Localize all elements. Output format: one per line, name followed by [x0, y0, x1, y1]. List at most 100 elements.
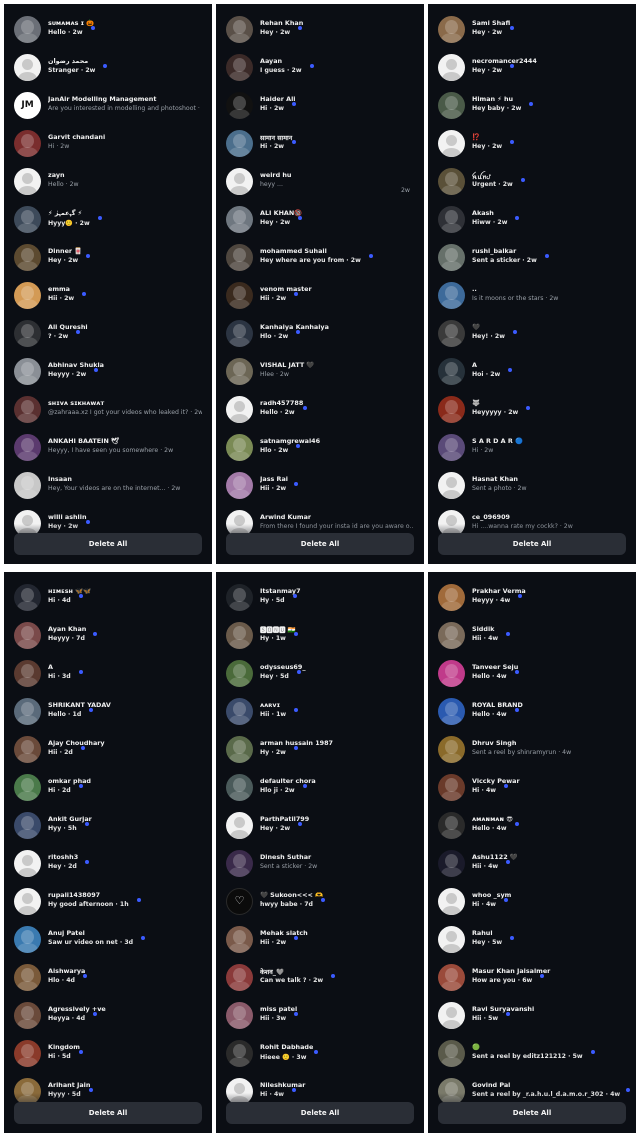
message-row[interactable]: venom master Hii · 2w — [216, 282, 424, 320]
avatar[interactable] — [226, 774, 253, 801]
message-row[interactable]: A Hoi · 2w — [428, 358, 636, 396]
avatar[interactable] — [14, 926, 41, 953]
message-row[interactable]: Siddik Hii · 4w — [428, 622, 636, 660]
avatar[interactable] — [226, 244, 253, 271]
message-row[interactable]: whoo _sym Hi · 4w — [428, 888, 636, 926]
avatar[interactable] — [438, 206, 465, 233]
avatar[interactable] — [14, 1002, 41, 1029]
message-row[interactable]: Prakhar Verma Heyyy · 4w — [428, 584, 636, 622]
avatar[interactable] — [438, 16, 465, 43]
avatar[interactable] — [226, 736, 253, 763]
avatar[interactable] — [226, 434, 253, 461]
avatar[interactable] — [226, 282, 253, 309]
message-row[interactable]: Insaan Hey, Your videos are on the intern… — [4, 472, 212, 510]
avatar[interactable] — [438, 92, 465, 119]
message-row[interactable]: Viccky Pewar Hi · 4w — [428, 774, 636, 812]
avatar[interactable] — [14, 736, 41, 763]
message-row[interactable]: rushi_balkar Sent a sticker · 2w — [428, 244, 636, 282]
avatar[interactable] — [14, 244, 41, 271]
message-row[interactable]: Ravi Suryavanshi Hii · 5w — [428, 1002, 636, 1040]
avatar[interactable] — [14, 358, 41, 385]
message-row[interactable]: ANKAHI BAATEIN 🕊 Heyyy, I have seen you s… — [4, 434, 212, 472]
avatar[interactable] — [438, 282, 465, 309]
heart-avatar-icon[interactable]: ♡ — [226, 888, 253, 915]
message-row[interactable]: Ashu1122 🖤 Hii · 4w — [428, 850, 636, 888]
avatar[interactable] — [226, 92, 253, 119]
message-row[interactable]: necromancer2444 Hey · 2w — [428, 54, 636, 92]
message-row[interactable]: Rahul Hey · 5w — [428, 926, 636, 964]
delete-all-button[interactable]: Delete All — [226, 1102, 414, 1124]
avatar[interactable] — [226, 320, 253, 347]
default-avatar-icon[interactable] — [226, 812, 253, 839]
message-row[interactable]: Hasnat Khan Sent a photo · 2w — [428, 472, 636, 510]
delete-all-button[interactable]: Delete All — [14, 1102, 202, 1124]
avatar[interactable] — [226, 130, 253, 157]
message-row[interactable]: Kanhaiya Kanhaiya Hlo · 2w — [216, 320, 424, 358]
avatar[interactable] — [438, 812, 465, 839]
avatar[interactable] — [14, 812, 41, 839]
delete-all-button[interactable]: Delete All — [226, 533, 414, 555]
message-row[interactable]: radh457788 Hello · 2w — [216, 396, 424, 434]
avatar[interactable] — [14, 622, 41, 649]
avatar[interactable] — [14, 282, 41, 309]
delete-all-button[interactable]: Delete All — [438, 533, 626, 555]
message-row[interactable]: weird hu heyy ... 2w — [216, 168, 424, 206]
avatar[interactable] — [14, 320, 41, 347]
message-row[interactable]: Ayan Khan Heyyy · 7d — [4, 622, 212, 660]
message-row[interactable]: arman hussain 1987 Hy · 2w — [216, 736, 424, 774]
avatar[interactable] — [438, 244, 465, 271]
message-row[interactable]: ritoshh3 Hey · 2d — [4, 850, 212, 888]
message-row[interactable]: ꫝꪊꪀᦔ Urgent · 2w — [428, 168, 636, 206]
message-row[interactable]: Tanveer Seju Hello · 4w — [428, 660, 636, 698]
message-row[interactable]: Masur Khan Jaisalmer How are you · 6w — [428, 964, 636, 1002]
message-row[interactable]: Dinner 🀄 Hey · 2w — [4, 244, 212, 282]
default-avatar-icon[interactable] — [438, 926, 465, 953]
message-row[interactable]: ᴀᴀʀᴠɪ Hii · 1w — [216, 698, 424, 736]
message-row[interactable]: 🟢 Sent a reel by editz121212 · 5w — [428, 1040, 636, 1078]
avatar[interactable] — [226, 926, 253, 953]
message-row[interactable]: 🖤 Hey! · 2w — [428, 320, 636, 358]
message-row[interactable]: A Hi · 3d — [4, 660, 212, 698]
message-row[interactable]: omkar phad Hi · 2d — [4, 774, 212, 812]
message-row[interactable]: Rohit Dabhade Hieee 🙂 · 3w — [216, 1040, 424, 1078]
avatar[interactable] — [226, 850, 253, 877]
avatar[interactable] — [438, 434, 465, 461]
avatar[interactable]: JM — [14, 92, 41, 119]
avatar[interactable] — [14, 434, 41, 461]
message-row[interactable]: JM JanAir Modelling Management Are you int… — [4, 92, 212, 130]
message-row[interactable]: Akash Hiww · 2w — [428, 206, 636, 244]
avatar[interactable] — [438, 698, 465, 725]
default-avatar-icon[interactable] — [438, 130, 465, 157]
avatar[interactable] — [438, 584, 465, 611]
avatar[interactable] — [226, 964, 253, 991]
message-row[interactable]: satnamgrewal46 Hlo · 2w — [216, 434, 424, 472]
message-row[interactable]: Dinesh Suthar Sent a sticker · 2w — [216, 850, 424, 888]
message-row[interactable]: .. Is it moons or the stars · 2w — [428, 282, 636, 320]
avatar[interactable] — [14, 472, 41, 499]
default-avatar-icon[interactable] — [14, 54, 41, 81]
message-row[interactable]: mohammed Suhail Hey where are you from · … — [216, 244, 424, 282]
message-row[interactable]: Aishwarya Hlo · 4d — [4, 964, 212, 1002]
message-row[interactable]: Garvit chandani Hi · 2w — [4, 130, 212, 168]
avatar[interactable] — [226, 660, 253, 687]
avatar[interactable] — [226, 1002, 253, 1029]
avatar[interactable] — [438, 964, 465, 991]
avatar[interactable] — [14, 206, 41, 233]
default-avatar-icon[interactable] — [438, 54, 465, 81]
default-avatar-icon[interactable] — [438, 472, 465, 499]
message-row[interactable]: केशव_🩶 Can we talk ? · 2w — [216, 964, 424, 1002]
avatar[interactable] — [226, 16, 253, 43]
avatar[interactable] — [226, 584, 253, 611]
message-row[interactable]: Haider Ali Hi · 2w — [216, 92, 424, 130]
delete-all-button[interactable]: Delete All — [14, 533, 202, 555]
message-row[interactable]: Rehan Khan Hey · 2w — [216, 16, 424, 54]
avatar[interactable] — [226, 358, 253, 385]
avatar[interactable] — [14, 16, 41, 43]
message-row[interactable]: ꜱᴜᴍᴀᴍᴀꜱ ɪ 🎃 Hello · 2w — [4, 16, 212, 54]
message-row[interactable]: Aayan I guess · 2w — [216, 54, 424, 92]
message-row[interactable]: emma Hii · 2w — [4, 282, 212, 320]
default-avatar-icon[interactable] — [438, 1002, 465, 1029]
avatar[interactable] — [14, 774, 41, 801]
message-row[interactable]: Himan ⚡ hu Hey baby · 2w — [428, 92, 636, 130]
message-row[interactable]: odysseus69_ Hey · 5d — [216, 660, 424, 698]
